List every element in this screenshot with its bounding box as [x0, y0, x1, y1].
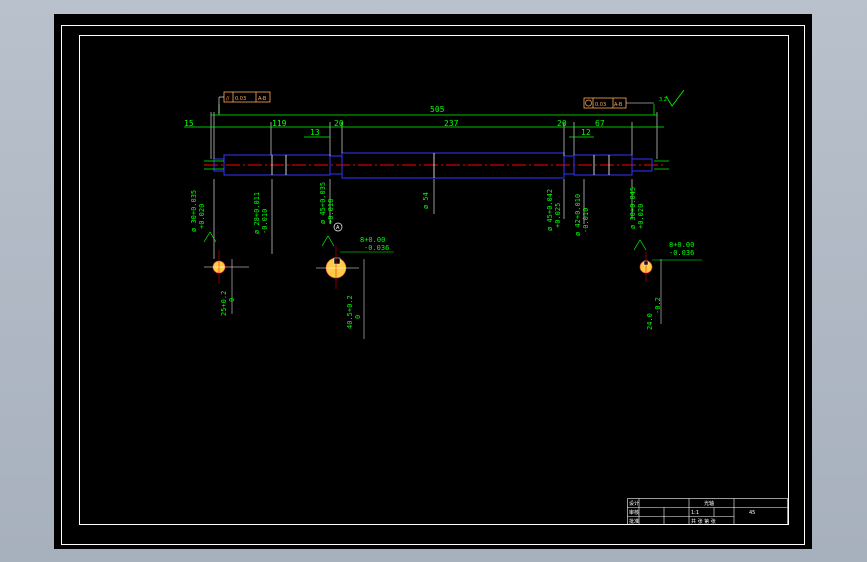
- dim-seg-20-right: 20: [557, 119, 567, 128]
- title-material: 45: [749, 510, 755, 516]
- title-drawn: 设计: [629, 500, 639, 507]
- section-view-right: 8+0.00 -0.036 24.0 -0.2: [633, 239, 702, 330]
- concentricity-icon: [585, 99, 592, 107]
- title-sheet: 共 张 第 张: [691, 518, 716, 525]
- title-approved: 批准: [629, 518, 639, 525]
- section-left-depth-lower: 0: [228, 298, 236, 302]
- title-scale: 1:1: [691, 510, 699, 516]
- tol-left-2: +0.020: [198, 204, 206, 229]
- tol-left-1: ø 30+0.035: [190, 190, 198, 232]
- section-right-width-lower: -0.036: [669, 249, 694, 257]
- tol-left-4: -0.010: [261, 209, 269, 234]
- drawing-sheet[interactable]: 505 15 119 20 237 20 67 13 12 ø 54 ø 30+…: [54, 14, 812, 549]
- section-right-depth-lower: -0.2: [654, 297, 662, 314]
- tol-right-4: -0.010: [582, 208, 590, 233]
- shaft-drawing: 505 15 119 20 237 20 67 13 12 ø 54 ø 30+…: [61, 25, 805, 545]
- tol-right-1: ø 45+0.042: [546, 189, 554, 231]
- tol-right-2: +0.025: [554, 203, 562, 228]
- section-mid-width: 8+0.00: [360, 236, 385, 244]
- dim-seg-237: 237: [444, 119, 459, 128]
- dimension-lines: [184, 104, 669, 170]
- section-left-depth: 25+0.2: [220, 291, 228, 316]
- dim-seg-119: 119: [272, 119, 287, 128]
- tol-right-3: ø 42+0.010: [574, 194, 582, 236]
- tol-mid-2: +0.018: [327, 199, 335, 224]
- cad-viewport[interactable]: 505 15 119 20 237 20 67 13 12 ø 54 ø 30+…: [0, 0, 867, 562]
- roughness-value: 3.2: [659, 97, 667, 103]
- dim-dia-54: ø 54: [422, 192, 430, 209]
- gtol-frame-right[interactable]: 0.03 A-B: [583, 97, 654, 109]
- dim-overall-length: 505: [430, 105, 445, 114]
- section-mid-depth-lower: 0: [354, 315, 362, 319]
- dim-seg-12: 12: [581, 128, 591, 137]
- outer-frame: [61, 25, 805, 545]
- dim-seg-13: 13: [310, 128, 320, 137]
- section-mid-width-lower: -0.036: [364, 244, 389, 252]
- datum-a-marker: A: [333, 222, 343, 232]
- section-view-left: 25+0.2 0: [203, 231, 249, 316]
- section-right-width: 8+0.00: [669, 241, 694, 249]
- dim-seg-20-left: 20: [334, 119, 344, 128]
- gtol-left-value: 0.03: [235, 96, 246, 102]
- gtol-right-ref: A-B: [614, 102, 623, 108]
- section-right-depth: 24.0: [646, 313, 654, 330]
- tol-far-right-1: ø 30+0.045: [629, 187, 637, 229]
- title-checked: 审核: [629, 509, 639, 516]
- gtol-left-ref: A-B: [258, 96, 267, 102]
- gtol-right-value: 0.03: [595, 102, 606, 108]
- tol-mid-1: ø 45+0.035: [319, 182, 327, 224]
- svg-text://: //: [226, 96, 230, 102]
- dim-left-end: 15: [184, 119, 194, 128]
- tol-left-3: ø 28+0.011: [253, 192, 261, 234]
- tol-far-right-2: +0.020: [637, 204, 645, 229]
- section-view-mid: 8+0.00 -0.036 40.5+0.2 0: [316, 235, 394, 339]
- roughness-symbol-icon: 3.2: [659, 89, 685, 107]
- datum-a-label: A: [336, 225, 340, 231]
- dim-seg-67: 67: [595, 119, 605, 128]
- title-part-name: 光轴: [704, 500, 714, 507]
- section-mid-depth: 40.5+0.2: [346, 295, 354, 329]
- gtol-frame-left[interactable]: // 0.03 A-B: [218, 91, 271, 114]
